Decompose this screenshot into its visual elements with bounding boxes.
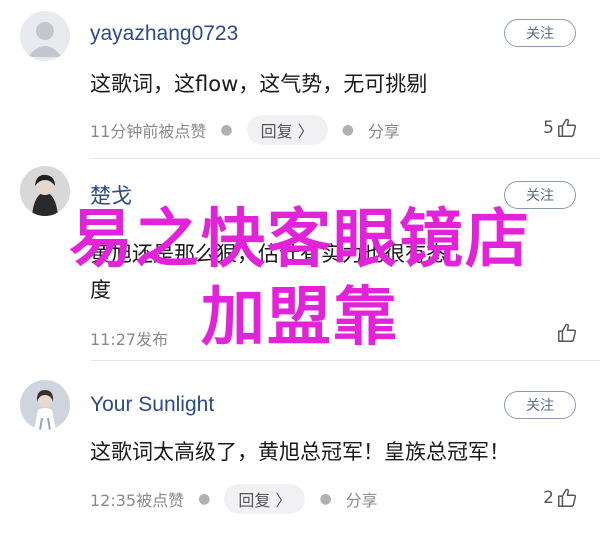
comment-text: 这歌词，这flow，这气势，无可挑剔 <box>90 72 428 96</box>
separator-dot: ● <box>319 491 332 507</box>
thumbs-up-icon <box>558 118 577 137</box>
thumbs-up-icon <box>558 488 577 507</box>
comment-meta: 12:35被点赞 ● 回复 〉 ● 分享 <box>90 484 378 514</box>
avatar[interactable] <box>20 380 70 430</box>
divider <box>90 158 600 159</box>
username[interactable]: yayazhang0723 <box>90 22 238 46</box>
like-count: 5 <box>543 118 554 138</box>
separator-dot: ● <box>220 122 233 138</box>
share-button[interactable]: 分享 <box>368 118 400 142</box>
avatar-placeholder-icon <box>20 11 70 61</box>
separator-dot: ● <box>198 491 211 507</box>
comment-meta: 11分钟前被点赞 ● 回复 〉 ● 分享 <box>90 115 400 145</box>
avatar[interactable] <box>20 11 70 61</box>
like-button[interactable]: 5 <box>543 117 578 139</box>
overlay-title-line-2: 加盟靠 <box>201 281 399 355</box>
like-button[interactable]: 2 <box>543 487 578 509</box>
timestamp: 12:35被点赞 <box>90 491 185 510</box>
avatar-photo-icon <box>20 380 70 430</box>
share-button[interactable]: 分享 <box>346 487 378 511</box>
timestamp: 11分钟前被点赞 <box>90 122 207 141</box>
follow-button[interactable]: 关注 <box>504 391 576 419</box>
follow-button[interactable]: 关注 <box>504 19 576 47</box>
like-count: 2 <box>543 488 554 508</box>
reply-button[interactable]: 回复 〉 <box>246 115 328 145</box>
reply-button[interactable]: 回复 〉 <box>224 484 306 514</box>
divider <box>90 360 600 361</box>
overlay-title-line-1: 易之快客眼镜店 <box>69 203 531 277</box>
username[interactable]: Your Sunlight <box>90 393 214 417</box>
comment-text: 这歌词太高级了，黄旭总冠军！皇族总冠军！ <box>90 440 510 464</box>
separator-dot: ● <box>341 122 354 138</box>
